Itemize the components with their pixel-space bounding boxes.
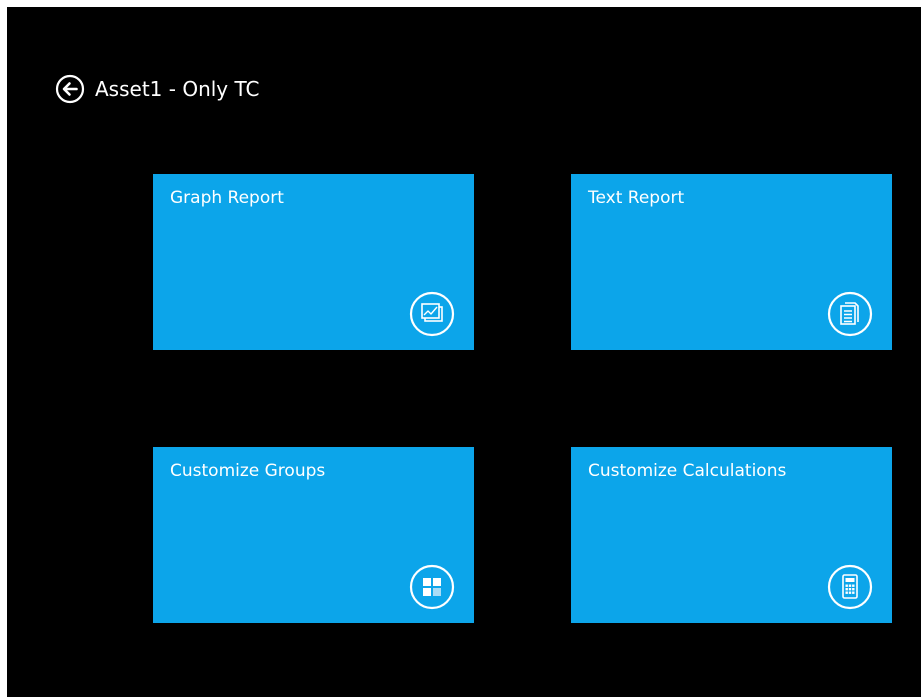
back-arrow-icon[interactable]: [55, 74, 85, 104]
page-title: Asset1 - Only TC: [95, 77, 260, 101]
text-report-label: Text Report: [588, 188, 685, 208]
customize-groups-label: Customize Groups: [170, 461, 326, 481]
customize-calculations-tile[interactable]: Customize Calculations: [571, 447, 892, 623]
page-header: Asset1 - Only TC: [55, 73, 260, 105]
text-report-icon: [827, 291, 873, 337]
calculator-icon: [827, 564, 873, 610]
graph-report-tile[interactable]: Graph Report: [153, 174, 474, 350]
graph-report-label: Graph Report: [170, 188, 284, 208]
customize-calculations-label: Customize Calculations: [588, 461, 787, 481]
graph-report-icon: [409, 291, 455, 337]
text-report-tile[interactable]: Text Report: [571, 174, 892, 350]
groups-grid-icon: [409, 564, 455, 610]
customize-groups-tile[interactable]: Customize Groups: [153, 447, 474, 623]
app-window: Asset1 - Only TC Graph Report Text Repor…: [7, 7, 921, 697]
